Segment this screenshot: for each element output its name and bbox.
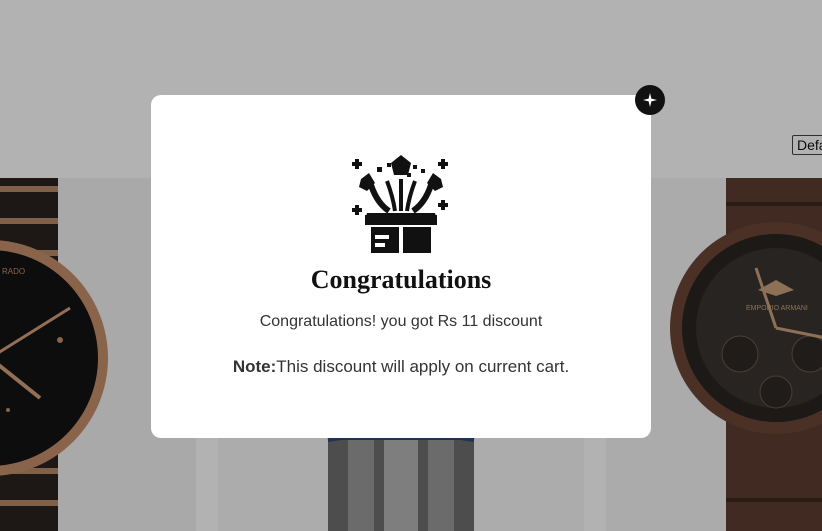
discount-message: Congratulations! you got Rs 11 discount (259, 313, 543, 330)
discount-modal: Congratulations Congratulations! you got… (151, 95, 651, 438)
close-button[interactable] (635, 85, 665, 115)
gift-box-icon (352, 155, 448, 253)
close-icon (643, 93, 657, 107)
note-text: This discount will apply on current cart… (276, 357, 570, 376)
note-label: Note: (232, 357, 277, 376)
discount-note: Note:This discount will apply on current… (151, 357, 651, 377)
modal-title: Congratulations (310, 265, 492, 294)
